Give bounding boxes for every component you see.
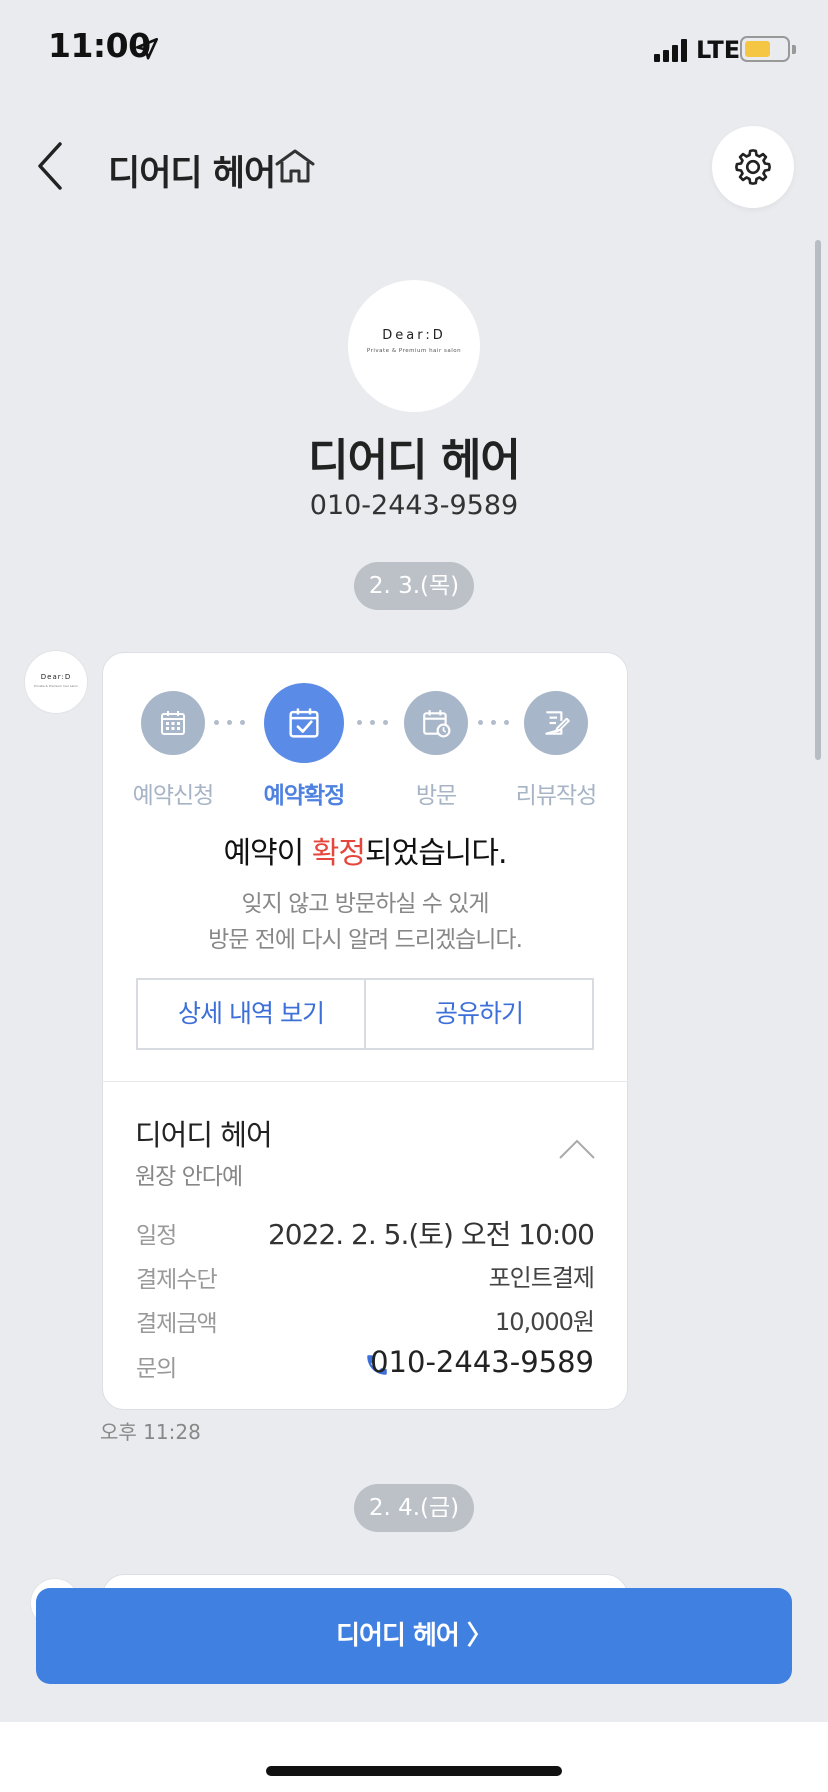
payment-amount-label: 결제금액 — [136, 1311, 218, 1337]
schedule-value: 2022. 2. 5.(토) 오전 10:00 — [267, 1218, 595, 1251]
step-review — [524, 691, 588, 755]
shop-cta-button[interactable]: 디어디 헤어 〉 — [36, 1588, 792, 1684]
confirm-desc-line1: 잊지 않고 방문하실 수 있게 — [241, 891, 489, 917]
signal-icon — [654, 38, 688, 62]
payment-amount-value: 10,000원 — [494, 1308, 595, 1336]
chevron-up-icon[interactable] — [558, 1138, 596, 1160]
calendar-icon — [161, 711, 185, 735]
logo-subtext: Private & Premium hair salon — [366, 348, 462, 354]
home-indicator[interactable] — [266, 1766, 562, 1776]
payment-method-value: 포인트결제 — [488, 1264, 595, 1292]
avatar-logo-text: Dear:D — [40, 673, 72, 681]
settings-button[interactable] — [712, 126, 794, 208]
calendar-check-icon — [289, 708, 319, 738]
confirm-title-highlight: 확정 — [311, 836, 366, 871]
confirm-title: 예약이 확정되었습니다. — [102, 828, 628, 872]
status-bar: 11:00 LTE — [0, 0, 828, 100]
confirm-title-suffix: 되었습니다. — [365, 836, 508, 871]
step-connector — [357, 720, 397, 726]
sender-avatar[interactable]: Dear:D Private & Premium hair salon — [24, 650, 88, 714]
step-label-review: 리뷰작성 — [515, 783, 598, 809]
step-connector — [214, 720, 254, 726]
battery-icon — [740, 36, 790, 62]
inquiry-label: 문의 — [136, 1356, 177, 1382]
share-button[interactable]: 공유하기 — [364, 980, 592, 1048]
bottom-safe-area — [0, 1722, 828, 1792]
step-label-visit: 방문 — [415, 783, 457, 809]
avatar-logo-subtext: Private & Premium hair salon — [34, 684, 78, 688]
shop-logo-avatar: Dear:D Private & Premium hair salon — [348, 280, 480, 412]
header-title: 디어디 헤어 — [108, 154, 276, 194]
chevron-left-icon — [38, 142, 62, 190]
card-divider — [102, 1081, 628, 1082]
inquiry-phone[interactable]: 010-2443-9589 — [370, 1345, 594, 1379]
logo-text: Dear:D — [382, 328, 446, 343]
gear-icon — [735, 149, 771, 185]
confirm-title-prefix: 예약이 — [223, 836, 312, 871]
profile-phone[interactable]: 010-2443-9589 — [0, 490, 828, 521]
message-time: 오후 11:28 — [100, 1420, 201, 1444]
home-icon[interactable] — [274, 148, 316, 184]
date-separator: 2. 4.(금) — [354, 1484, 474, 1532]
network-label: LTE — [696, 36, 741, 64]
step-visit — [404, 691, 468, 755]
shop-name: 디어디 헤어 — [135, 1118, 273, 1152]
review-edit-icon — [545, 711, 570, 735]
schedule-label: 일정 — [136, 1223, 177, 1249]
back-button[interactable] — [30, 138, 80, 194]
designer-name: 원장 안다예 — [135, 1164, 243, 1190]
step-label-request: 예약신청 — [132, 783, 215, 809]
location-arrow-icon — [135, 37, 159, 60]
profile-name: 디어디 헤어 — [308, 435, 521, 486]
step-connector — [478, 720, 518, 726]
step-request — [141, 691, 205, 755]
step-confirmed — [264, 683, 344, 763]
calendar-clock-icon — [423, 710, 451, 738]
payment-method-label: 결제수단 — [136, 1267, 218, 1293]
date-separator: 2. 3.(목) — [354, 562, 474, 610]
battery-tip — [792, 45, 796, 54]
step-label-confirmed: 예약확정 — [263, 783, 346, 809]
confirm-desc-line2: 방문 전에 다시 알려 드리겠습니다. — [208, 927, 523, 953]
card-action-buttons: 상세 내역 보기 공유하기 — [136, 978, 594, 1050]
view-details-button[interactable]: 상세 내역 보기 — [138, 980, 364, 1048]
